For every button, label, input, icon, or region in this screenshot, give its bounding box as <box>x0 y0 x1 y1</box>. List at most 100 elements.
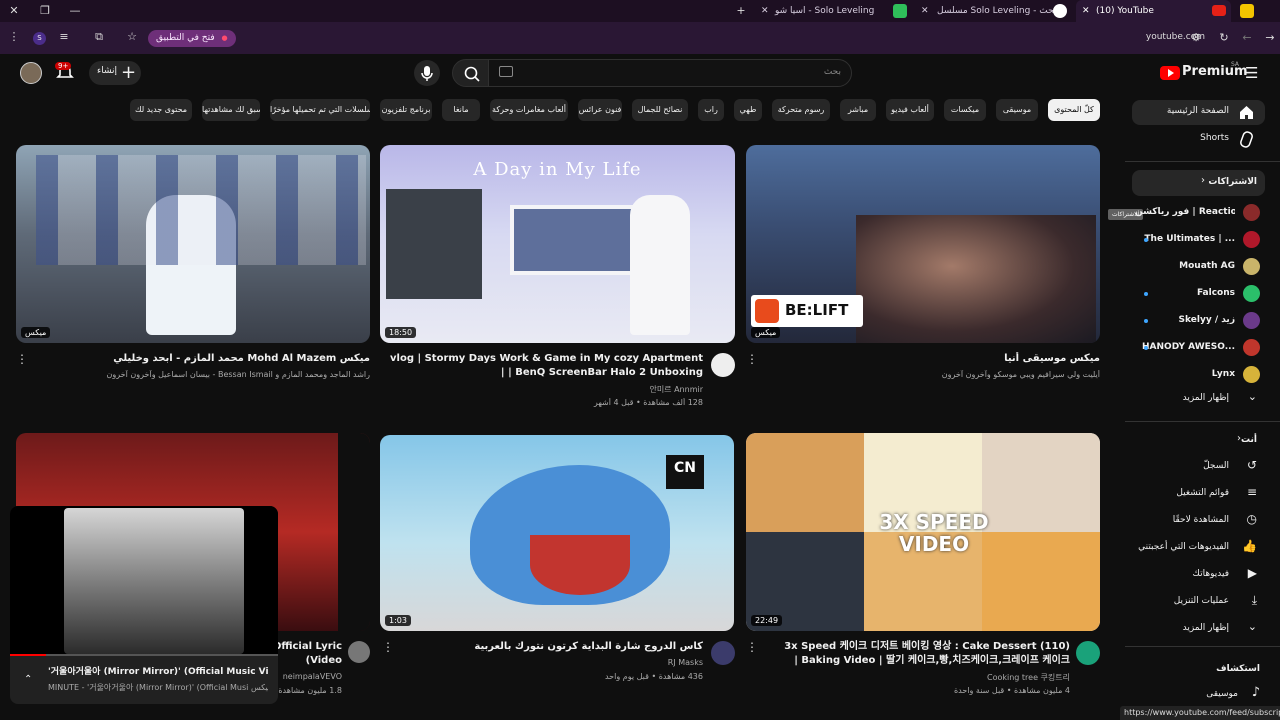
sidebar-you-item[interactable]: المشاهدة لاحقًا ◷ <box>1132 510 1265 532</box>
filter-chip[interactable]: برنامج تلفزيون <box>380 99 432 121</box>
voice-search-button[interactable] <box>414 60 440 86</box>
tab-search-icon[interactable]: ≡ <box>55 27 73 47</box>
profile-icon[interactable]: S <box>33 32 46 45</box>
sidebar-item-subscriptions[interactable]: الاشتراكات › <box>1132 170 1265 196</box>
video-channel[interactable]: 안미르 Annmir <box>400 384 703 395</box>
minimize-window-icon[interactable]: — <box>66 0 84 22</box>
close-tab-icon[interactable]: ✕ <box>1082 0 1090 22</box>
duration-badge: 22:49 <box>751 615 783 626</box>
account-avatar[interactable] <box>20 62 42 84</box>
filter-chip[interactable]: نصائح للجمال <box>632 99 688 121</box>
video-channel[interactable]: RJ Masks <box>395 658 703 667</box>
tab-google-search[interactable]: ✕ مسلسل Solo Leveling - بحث Goo <box>915 0 1075 22</box>
tab-solo-leveling-asia[interactable]: ✕ اسيا شو - Solo Leveling <box>755 0 895 22</box>
sidebar-item-music[interactable]: موسيقى <box>1206 689 1238 699</box>
sidebar-channel-item[interactable]: Falcons <box>1132 283 1265 305</box>
reload-icon[interactable]: ↻ <box>1215 27 1233 49</box>
back-icon[interactable]: → <box>1261 27 1279 49</box>
channel-avatar[interactable] <box>348 641 370 663</box>
filter-chip[interactable]: محتوى جديد لك <box>130 99 192 121</box>
video-thumbnail[interactable]: BE:LIFT ميكس <box>746 145 1100 343</box>
divider <box>1125 161 1280 162</box>
video-menu-icon[interactable]: ⋮ <box>382 640 394 654</box>
channel-avatar[interactable] <box>1076 641 1100 665</box>
extension-icon[interactable] <box>1240 4 1254 18</box>
open-in-app-button[interactable]: فتح في التطبيق ● <box>148 30 236 47</box>
video-title[interactable]: vlog | Stormy Days Work & Game in My coz… <box>390 352 703 382</box>
show-more-button[interactable]: إظهار المزيد ⌄ <box>1132 388 1265 410</box>
filter-chip[interactable]: كلّ المحتوى <box>1048 99 1100 121</box>
menu-dots-icon[interactable]: ⋮ <box>5 27 23 47</box>
filter-chip[interactable]: رسوم متحركة <box>772 99 830 121</box>
filter-chip[interactable]: ميكسات <box>944 99 986 121</box>
channel-avatar[interactable] <box>711 353 735 377</box>
sidebar-item-shorts[interactable]: Shorts <box>1132 127 1265 152</box>
filter-chip[interactable]: فنون عرائس <box>578 99 622 121</box>
filter-chip[interactable]: ألعاب فيديو <box>886 99 934 121</box>
miniplayer-video[interactable] <box>10 506 278 656</box>
sidebar-channel-item[interactable]: Lynx <box>1132 364 1265 386</box>
video-stats: 436 مشاهدة • قبل يوم واحد <box>604 672 703 681</box>
video-title[interactable]: Official Lyric Video) <box>270 640 342 670</box>
close-tab-icon[interactable]: ✕ <box>921 0 929 22</box>
video-thumbnail[interactable]: 3X SPEED VIDEO 22:49 <box>746 433 1100 631</box>
miniplayer[interactable]: ⌃ '거울아거울아 (Mirror Mirror)' (Official Mus… <box>10 506 278 704</box>
sidebar-you-item[interactable]: قوائم التشغيل ≡ <box>1132 483 1265 505</box>
progress-track[interactable] <box>10 654 278 656</box>
video-menu-icon[interactable]: ⋮ <box>746 352 758 366</box>
filter-chip[interactable]: موسيقى <box>996 99 1038 121</box>
sidebar-you-item[interactable]: السجلّ ↺ <box>1132 456 1265 478</box>
video-channel[interactable]: راشد الماجد ومحمد المازم و Bessan Ismail… <box>30 370 370 379</box>
tab-title: اسيا شو - Solo Leveling <box>775 6 875 16</box>
filter-chip[interactable]: راب <box>698 99 724 121</box>
video-channel[interactable]: أيليت ولي سيرافيم ويبي موسكو وآخرون آخرو… <box>760 370 1100 379</box>
video-title[interactable]: كاس الدروج شارة البداية كرتون نتورك بالع… <box>395 640 703 656</box>
video-channel[interactable]: Cooking tree 쿠킹트리 <box>760 672 1070 683</box>
keyboard-icon[interactable] <box>499 66 513 77</box>
sidebar-channel-item[interactable]: Skelyy / زيد <box>1132 310 1265 332</box>
sidebar-channel-item[interactable]: Mouath AG <box>1132 256 1265 278</box>
extensions-icon[interactable]: ⧉ <box>90 27 108 47</box>
video-thumbnail[interactable]: ميكس <box>16 145 370 343</box>
new-tab-icon[interactable]: + <box>732 0 750 22</box>
video-menu-icon[interactable]: ⋮ <box>16 352 28 366</box>
search-input[interactable]: بحث <box>488 59 852 87</box>
video-title[interactable]: (110) 3x Speed 케이크 디저트 베이킹 영상 : Cake Des… <box>760 640 1070 670</box>
show-more-button[interactable]: إظهار المزيد ⌄ <box>1132 618 1265 640</box>
close-window-icon[interactable]: ✕ <box>5 0 23 22</box>
filter-chip[interactable]: فيديوهات سبق لك مشاهدتها <box>202 99 260 121</box>
create-button[interactable]: إنشاء + <box>89 61 141 85</box>
filter-chip[interactable]: مانغا <box>442 99 480 121</box>
search-button[interactable] <box>452 59 490 87</box>
video-channel[interactable]: neimpalaVEVO <box>270 672 342 681</box>
channel-name: فور رياكشن | Reaction <box>1135 207 1235 217</box>
guide-menu-icon[interactable]: ☰ <box>1245 64 1258 82</box>
channel-avatar[interactable] <box>711 641 735 665</box>
video-thumbnail[interactable]: A Day in My Life 18:50 <box>380 145 735 343</box>
filter-chip[interactable]: طهي <box>734 99 762 121</box>
sidebar-channel-item[interactable]: The Ultimates | ... <box>1132 229 1265 251</box>
sidebar-you-item[interactable]: عمليات التنزيل ⤓ <box>1132 591 1265 613</box>
filter-chip[interactable]: المسلسلات التي تم تحميلها مؤخرًا <box>270 99 370 121</box>
filter-chip[interactable]: مباشر <box>840 99 876 121</box>
video-thumbnail[interactable]: CN 1:03 <box>380 435 734 631</box>
site-settings-icon[interactable]: ⚙ <box>1187 27 1205 49</box>
sidebar-channel-item[interactable]: HANODY AWESO... <box>1132 337 1265 359</box>
bookmark-star-icon[interactable]: ☆ <box>123 27 141 47</box>
sidebar-you-item[interactable]: الفيديوهات التي أعجبتني 👍 <box>1132 537 1265 559</box>
miniplayer-expand-icon[interactable]: ⌃ <box>24 674 32 685</box>
sidebar-you-item[interactable]: فيديوهاتك ▶ <box>1132 564 1265 586</box>
sidebar-item-you[interactable]: أنت › <box>1132 431 1265 453</box>
tab-youtube[interactable]: ✕ (10) YouTube <box>1076 0 1231 22</box>
close-tab-icon[interactable]: ✕ <box>761 0 769 22</box>
video-menu-icon[interactable]: ⋮ <box>746 640 758 654</box>
forward-icon[interactable]: ← <box>1238 27 1256 49</box>
sidebar-item-home[interactable]: الصفحة الرئيسية <box>1132 100 1265 125</box>
youtube-logo-icon[interactable] <box>1160 66 1180 80</box>
filter-chip[interactable]: ألعاب مغامرات وحركة <box>490 99 568 121</box>
sidebar-channel-item[interactable]: فور رياكشن | Reaction <box>1132 202 1265 224</box>
channel-name: Mouath AG <box>1179 261 1235 271</box>
video-title[interactable]: ميكس Mohd Al Mazem محمد المازم - ابحد وخ… <box>30 352 370 368</box>
video-title[interactable]: ميكس موسيقى أنيا <box>760 352 1100 368</box>
restore-window-icon[interactable]: ❐ <box>36 0 54 22</box>
